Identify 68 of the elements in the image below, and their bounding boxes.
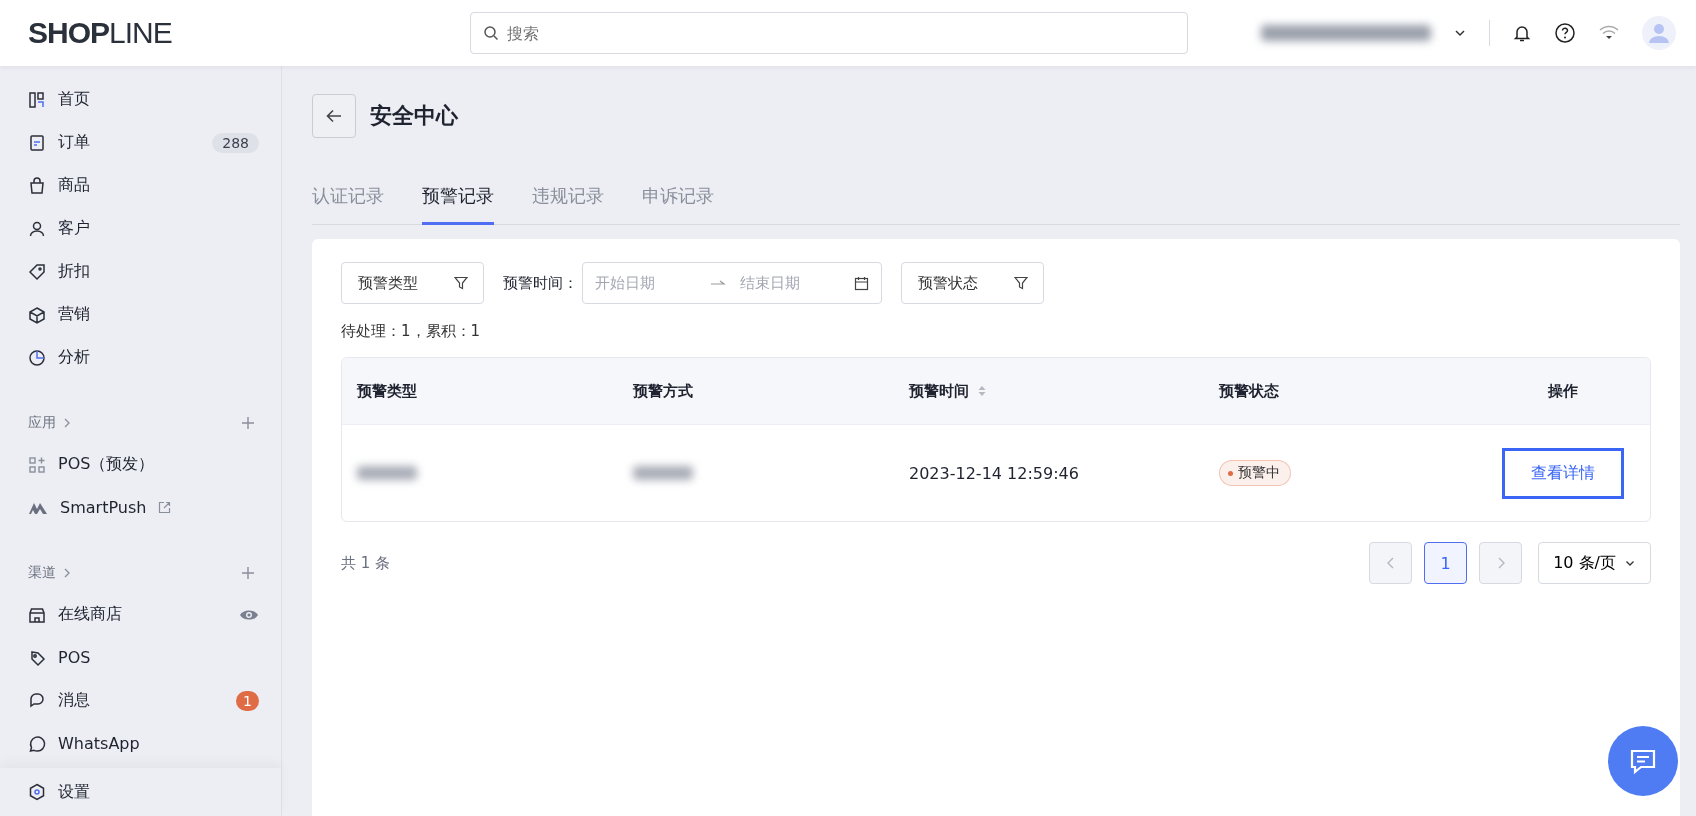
hexagon-gear-icon: [28, 783, 46, 801]
filter-icon: [1014, 276, 1028, 290]
filter-button[interactable]: 预警类型: [341, 262, 484, 304]
count-badge: 1: [236, 690, 259, 711]
section-heading[interactable]: 渠道: [28, 564, 56, 582]
chat-icon: [28, 691, 46, 710]
plus-icon[interactable]: [241, 416, 255, 430]
nav-item[interactable]: 营销: [28, 293, 259, 336]
page-size-select[interactable]: 10 条/页: [1538, 542, 1651, 584]
cube-icon: [28, 305, 46, 324]
filter-icon: [454, 276, 468, 290]
nav-item[interactable]: WhatsApp: [28, 722, 259, 765]
settings-link[interactable]: 设置: [0, 768, 281, 816]
grid-icon: [28, 90, 46, 109]
chevron-right-icon: [62, 567, 72, 579]
store-icon: [28, 605, 46, 624]
external-link-icon: [158, 501, 172, 514]
view-details-button[interactable]: 查看详情: [1502, 447, 1624, 499]
filter-label: 预警时间：: [503, 273, 578, 293]
nav-item[interactable]: SmartPush: [28, 486, 259, 529]
summary-text: 待处理：1，累积：1: [341, 322, 482, 341]
chevron-left-icon: [1385, 556, 1396, 570]
help-icon[interactable]: [1554, 22, 1576, 44]
sort-icon[interactable]: [977, 384, 987, 398]
avatar-icon[interactable]: [1642, 16, 1676, 50]
count-badge: 288: [212, 132, 259, 153]
apps-icon: [28, 455, 46, 474]
wifi-icon[interactable]: [1598, 24, 1620, 42]
chevron-right-icon: [62, 417, 72, 429]
column-header: 操作: [1548, 381, 1578, 401]
nav-item[interactable]: 折扣: [28, 250, 259, 293]
column-header: 预警状态: [1219, 381, 1279, 401]
table-cell: 2023-12-14 12:59:46: [909, 463, 1079, 483]
filter-button[interactable]: 预警状态: [901, 262, 1044, 304]
nav-item[interactable]: 商品: [28, 164, 259, 207]
page-title: 安全中心: [370, 102, 458, 130]
nav-item[interactable]: 在线商店: [28, 593, 259, 636]
price-tag-icon: [28, 648, 46, 667]
column-header: 预警方式: [633, 381, 693, 401]
nav-item[interactable]: 首页: [28, 78, 259, 121]
tab[interactable]: 预警记录: [422, 176, 494, 225]
pie-chart-icon: [28, 348, 46, 367]
back-button[interactable]: [312, 94, 356, 138]
phone-bubble-icon: [28, 734, 46, 753]
nav-item[interactable]: POS: [28, 636, 259, 679]
person-icon: [28, 219, 46, 238]
column-header: 预警类型: [357, 381, 417, 401]
nav-item[interactable]: 订单 288: [28, 121, 259, 164]
bag-icon: [28, 176, 46, 195]
nav-item[interactable]: 消息 1: [28, 679, 259, 722]
total-count: 共 1 条: [341, 553, 391, 573]
nav-item[interactable]: 分析: [28, 336, 259, 379]
plus-icon[interactable]: [241, 566, 255, 580]
status-tag: 预警中: [1219, 460, 1291, 486]
blurred-text: [633, 466, 693, 480]
blurred-text: [357, 466, 417, 480]
search-field[interactable]: 搜索: [470, 12, 1188, 54]
document-icon: [28, 133, 46, 152]
nav-item[interactable]: 客户: [28, 207, 259, 250]
bell-icon[interactable]: [1512, 23, 1532, 43]
page-button[interactable]: 1: [1424, 542, 1468, 584]
logo[interactable]: SHOPLINE: [28, 16, 188, 50]
tag-icon: [28, 262, 46, 281]
column-header[interactable]: 预警时间: [909, 381, 987, 401]
section-heading[interactable]: 应用: [28, 414, 56, 432]
arrow-left-icon: [325, 107, 343, 125]
nav-item[interactable]: POS（预发）: [28, 443, 259, 486]
calendar-icon: [854, 275, 869, 291]
